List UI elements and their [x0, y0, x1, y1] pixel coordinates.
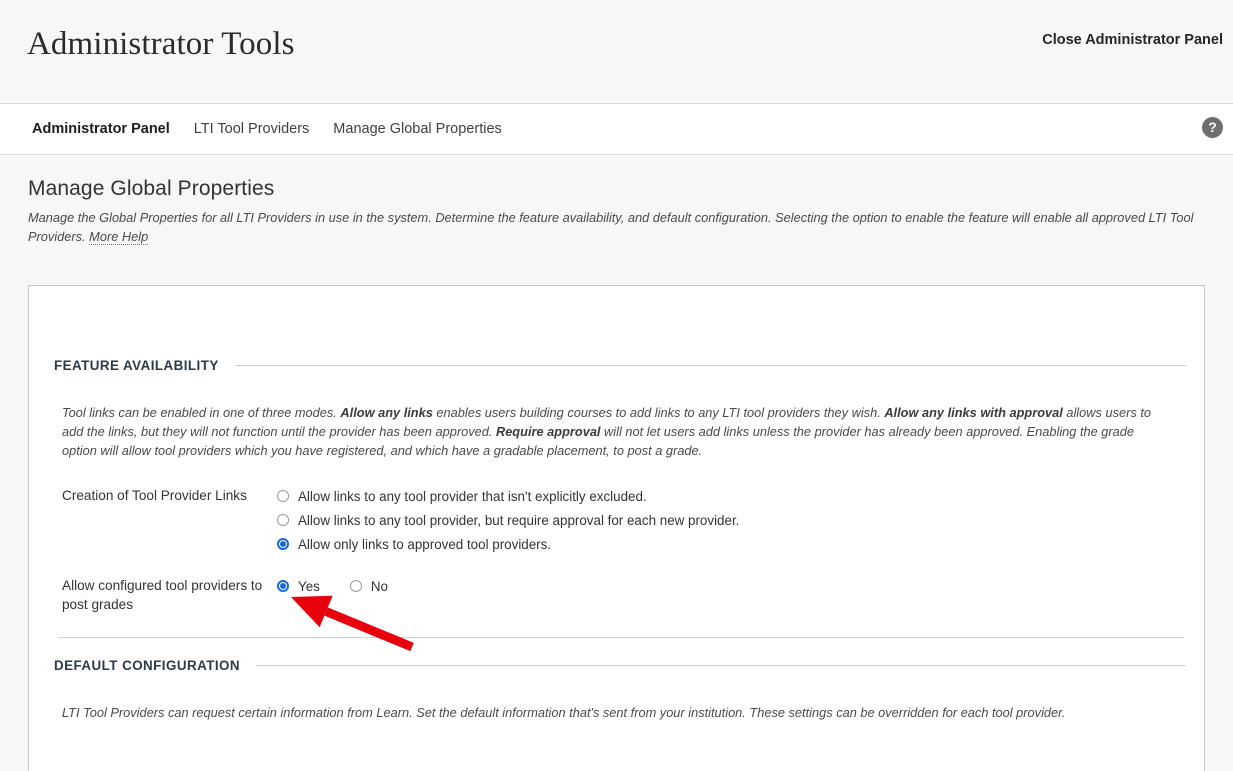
- instructions-bold-1: Allow any links: [340, 405, 433, 420]
- label-creation-of-tool-provider-links: Creation of Tool Provider Links: [62, 488, 247, 503]
- radio-group-post-grades: Yes No: [277, 574, 1179, 598]
- radio-label-post-grades-yes[interactable]: Yes: [298, 579, 320, 594]
- instructions-part-2: enables users building courses to add li…: [432, 405, 885, 420]
- radio-button-icon-require-approval-each-new-provider[interactable]: [277, 514, 289, 526]
- page-description: Manage the Global Properties for all LTI…: [28, 208, 1196, 246]
- more-help-link[interactable]: More Help: [89, 229, 149, 245]
- close-administrator-panel-link[interactable]: Close Administrator Panel: [1042, 32, 1223, 48]
- radio-button-icon-any-tool-provider[interactable]: [277, 490, 289, 502]
- radio-label-approved-tool-providers-only[interactable]: Allow only links to approved tool provid…: [298, 537, 551, 552]
- section-title-feature-availability: FEATURE AVAILABILITY: [54, 358, 219, 373]
- page-heading: Manage Global Properties: [28, 177, 275, 200]
- radio-option-post-grades-yes[interactable]: Yes: [277, 579, 320, 594]
- radio-option-approved-tool-providers-only[interactable]: Allow only links to approved tool provid…: [277, 532, 1179, 556]
- content-panel: FEATURE AVAILABILITY Tool links can be e…: [28, 285, 1205, 771]
- tab-administrator-panel[interactable]: Administrator Panel: [20, 121, 182, 137]
- radio-label-any-tool-provider[interactable]: Allow links to any tool provider that is…: [298, 489, 647, 504]
- radio-option-post-grades-no[interactable]: No: [349, 579, 388, 594]
- radio-button-icon-approved-tool-providers-only[interactable]: [277, 538, 289, 550]
- radio-label-require-approval-each-new-provider[interactable]: Allow links to any tool provider, but re…: [298, 513, 739, 528]
- instructions-bold-3: Require approval: [495, 424, 601, 439]
- label-post-grades: Allow configured tool providers to post …: [62, 578, 263, 612]
- tab-manage-global-properties[interactable]: Manage Global Properties: [321, 121, 513, 137]
- section-divider-2: [256, 665, 1186, 666]
- radio-button-icon-post-grades-no[interactable]: [349, 580, 362, 592]
- default-configuration-instructions: LTI Tool Providers can request certain i…: [62, 705, 1066, 720]
- radio-option-require-approval-each-new-provider[interactable]: Allow links to any tool provider, but re…: [277, 508, 1179, 532]
- top-bar: Administrator Tools Close Administrator …: [0, 0, 1233, 104]
- section-header-feature-availability: FEATURE AVAILABILITY: [29, 358, 1204, 373]
- section-title-default-configuration: DEFAULT CONFIGURATION: [54, 658, 240, 673]
- page-title: Administrator Tools: [27, 26, 295, 62]
- section-divider-horizontal: [58, 637, 1184, 638]
- radio-group-creation-of-tool-provider-links: Allow links to any tool provider that is…: [277, 484, 1179, 556]
- radio-label-post-grades-no[interactable]: No: [371, 579, 388, 594]
- help-icon[interactable]: ?: [1202, 117, 1223, 138]
- page-description-text: Manage the Global Properties for all LTI…: [28, 210, 1194, 244]
- section-body-default-configuration: LTI Tool Providers can request certain i…: [29, 703, 1204, 722]
- instructions-bold-2: Allow any links with approval: [884, 405, 1063, 420]
- radio-button-icon-post-grades-yes[interactable]: [277, 580, 289, 592]
- form-row-post-grades: Allow configured tool providers to post …: [62, 574, 1179, 614]
- tab-lti-tool-providers[interactable]: LTI Tool Providers: [182, 121, 322, 137]
- instructions-part-1: Tool links can be enabled in one of thre…: [62, 405, 341, 420]
- tab-bar: Administrator Panel LTI Tool Providers M…: [0, 104, 1233, 155]
- feature-availability-instructions: Tool links can be enabled in one of thre…: [62, 403, 1162, 460]
- tab-list: Administrator Panel LTI Tool Providers M…: [20, 104, 514, 154]
- form-row-creation-of-tool-provider-links: Creation of Tool Provider Links Allow li…: [62, 484, 1179, 556]
- section-header-default-configuration: DEFAULT CONFIGURATION: [29, 658, 1204, 673]
- section-divider: [234, 365, 1186, 366]
- radio-line-post-grades: Yes No: [277, 574, 1179, 598]
- section-body-feature-availability: Tool links can be enabled in one of thre…: [29, 403, 1204, 614]
- radio-option-any-tool-provider[interactable]: Allow links to any tool provider that is…: [277, 484, 1179, 508]
- page-header: Manage Global Properties Manage the Glob…: [0, 155, 1233, 246]
